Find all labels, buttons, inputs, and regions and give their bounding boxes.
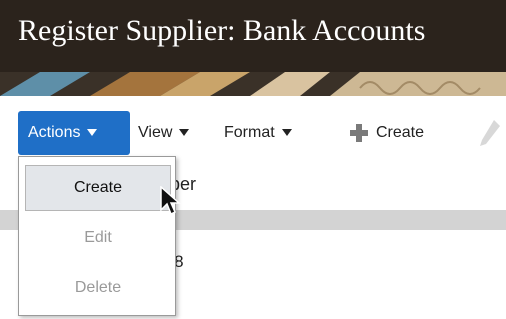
actions-menu-button[interactable]: Actions [18,111,130,155]
plus-icon[interactable] [350,124,368,142]
view-menu[interactable]: View [138,111,190,155]
menu-item-edit: Edit [84,229,112,246]
menu-item-delete: Delete [74,279,122,296]
actions-dropdown-menu: Create Edit Delete [18,156,176,316]
caret-down-icon [87,129,98,137]
actions-label: Actions [28,124,81,141]
mouse-pointer-icon [160,186,181,216]
header-decorative-band [0,72,506,96]
page-title: Register Supplier: Bank Accounts [18,14,426,47]
page-header: Register Supplier: Bank Accounts [0,0,506,96]
caret-down-icon [179,129,190,137]
create-button[interactable]: Create [376,111,424,155]
pencil-icon[interactable] [478,118,502,148]
view-label: View [138,124,173,141]
format-menu[interactable]: Format [224,111,292,155]
caret-down-icon [281,129,292,137]
format-label: Format [224,124,275,141]
menu-item-create[interactable]: Create [25,165,171,211]
